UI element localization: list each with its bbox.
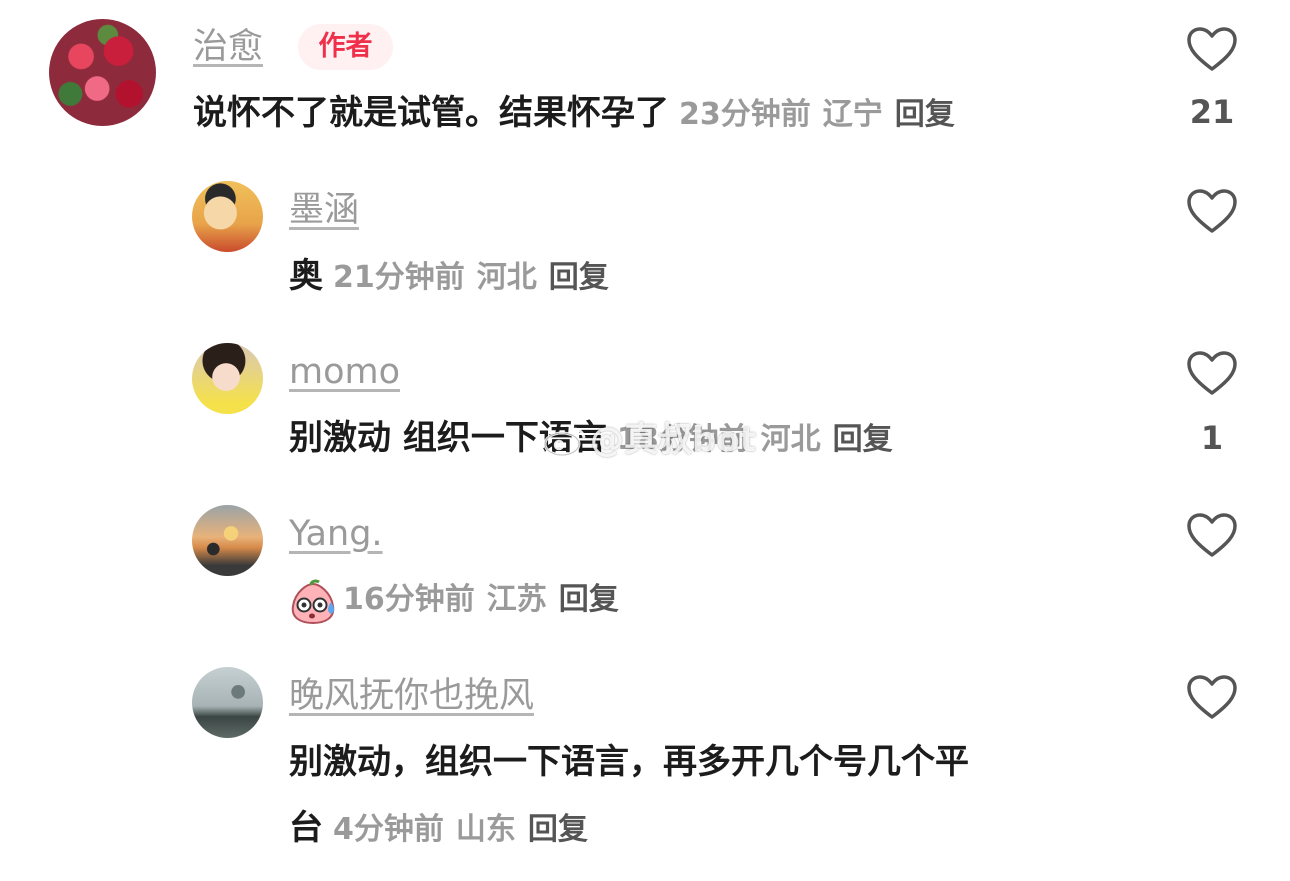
comment-username[interactable]: 墨涵: [289, 190, 359, 230]
comment-body: 台 4分钟前 山东 回复: [289, 806, 600, 856]
comment-time: 21分钟前: [333, 260, 465, 295]
comment-body: 奥 21分钟前 河北 回复: [289, 254, 621, 304]
heart-outline-icon[interactable]: [1186, 350, 1238, 396]
heart-outline-icon[interactable]: [1186, 188, 1238, 234]
reply-item: Yang. 16分钟前 江苏 回复: [0, 484, 1290, 646]
comment-text: 说怀不了就是试管。结果怀孕了: [193, 93, 669, 133]
weibo-logo-icon: [543, 427, 586, 457]
comment-meta: 23分钟前 辽宁 回复: [679, 97, 967, 132]
comment-text: 台: [289, 808, 323, 848]
avatar[interactable]: [192, 505, 263, 576]
comment-body: 别激动，组织一下语言，再多开几个号几个平: [289, 740, 969, 790]
avatar[interactable]: [49, 19, 156, 126]
heart-outline-icon[interactable]: [1186, 26, 1238, 72]
like-count: 1: [1200, 419, 1224, 457]
author-badge: 作者: [298, 24, 393, 70]
comment-username[interactable]: 治愈: [193, 27, 263, 67]
reply-button[interactable]: 回复: [559, 582, 619, 617]
comment-location: 山东: [455, 812, 516, 847]
comment-username[interactable]: momo: [289, 352, 400, 392]
comment-body: 说怀不了就是试管。结果怀孕了 23分钟前 辽宁 回复: [193, 91, 967, 141]
comment-meta: 16分钟前 江苏 回复: [343, 582, 631, 617]
comment-text: 奥: [289, 256, 323, 296]
heart-outline-icon[interactable]: [1186, 674, 1238, 720]
comment-time: 16分钟前: [343, 582, 475, 617]
comment-time: 4分钟前: [333, 812, 444, 847]
comment-time: 23分钟前: [679, 97, 811, 132]
avatar[interactable]: [192, 667, 263, 738]
comment-location: 河北: [760, 422, 821, 457]
reply-button[interactable]: 回复: [833, 422, 893, 457]
comment-text: 别激动，组织一下语言，再多开几个号几个平: [289, 742, 969, 782]
comment-meta: 21分钟前 河北 回复: [333, 260, 621, 295]
comment-item: 治愈 作者 说怀不了就是试管。结果怀孕了 23分钟前 辽宁 回复 21: [0, 0, 1290, 160]
avatar[interactable]: [192, 181, 263, 252]
comment-username[interactable]: Yang.: [289, 514, 383, 554]
reply-item: 晚风抚你也挽风 别激动，组织一下语言，再多开几个号几个平 台 4分钟前 山东 回复: [0, 646, 1290, 881]
sweating-peach-emoji: [291, 579, 335, 624]
reply-button[interactable]: 回复: [528, 812, 588, 847]
avatar[interactable]: [192, 343, 263, 414]
comment-meta: 4分钟前 山东 回复: [333, 812, 600, 847]
comment-location: 江苏: [486, 582, 547, 617]
watermark: @真叔bot: [590, 420, 756, 460]
reply-button[interactable]: 回复: [895, 97, 955, 132]
comment-username[interactable]: 晚风抚你也挽风: [289, 676, 534, 716]
comment-location: 河北: [476, 260, 537, 295]
reply-item: 墨涵 奥 21分钟前 河北 回复: [0, 160, 1290, 322]
heart-outline-icon[interactable]: [1186, 512, 1238, 558]
reply-button[interactable]: 回复: [549, 260, 609, 295]
comment-location: 辽宁: [822, 97, 883, 132]
like-count: 21: [1189, 93, 1235, 131]
comment-body: 16分钟前 江苏 回复: [289, 578, 631, 629]
